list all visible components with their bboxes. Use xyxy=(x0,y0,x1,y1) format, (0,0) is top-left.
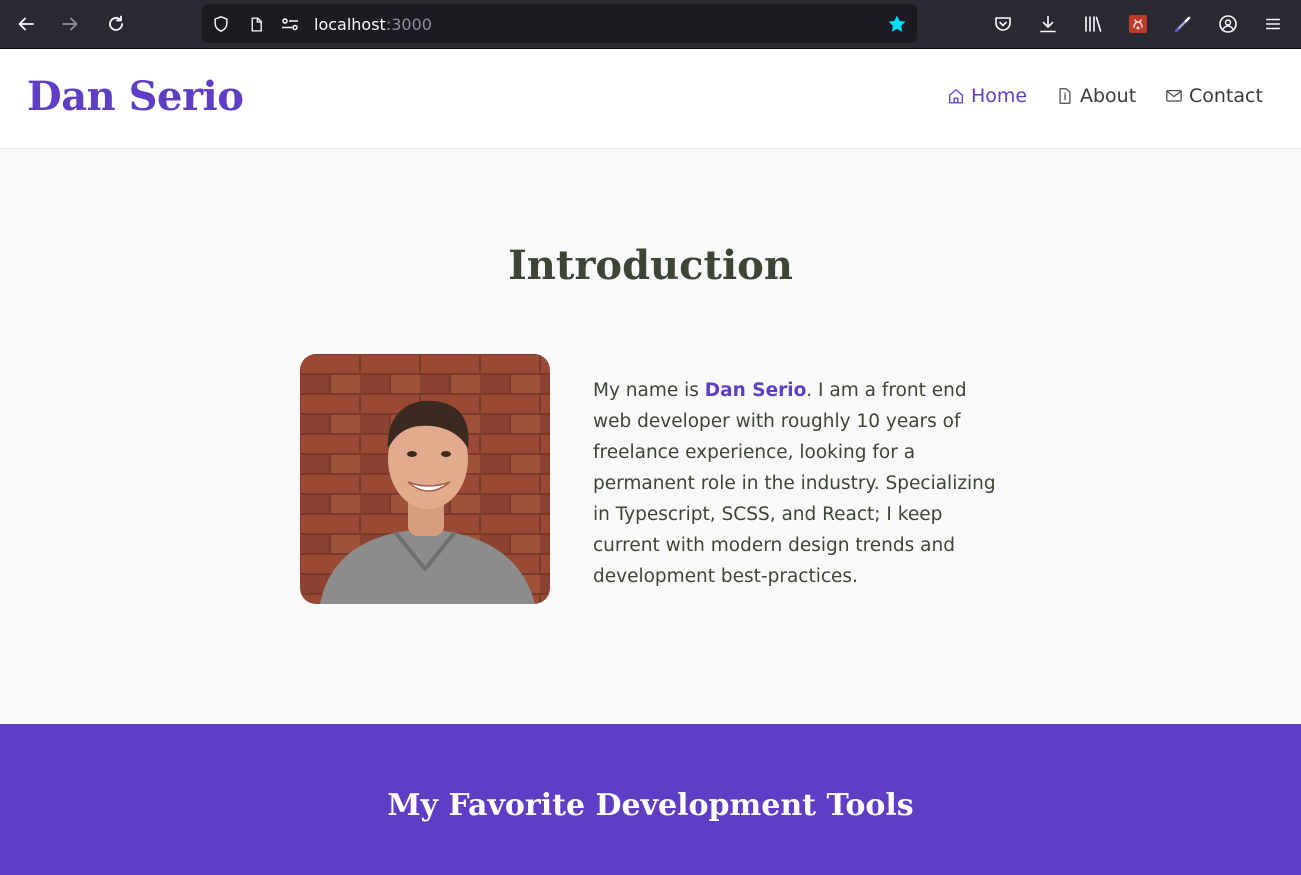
mail-icon xyxy=(1166,89,1182,102)
extension-icon[interactable] xyxy=(1126,12,1150,36)
page-info-icon[interactable] xyxy=(246,14,266,34)
back-button[interactable] xyxy=(10,8,42,40)
home-icon xyxy=(949,89,963,104)
permissions-icon[interactable] xyxy=(280,14,300,34)
url-host: localhost xyxy=(314,15,386,34)
profile-photo xyxy=(300,354,550,604)
library-icon[interactable] xyxy=(1081,12,1105,36)
url-text[interactable]: localhost:3000 xyxy=(314,15,432,34)
forward-arrow-icon xyxy=(62,17,78,31)
hamburger-menu-icon[interactable] xyxy=(1261,12,1285,36)
eyedropper-icon[interactable] xyxy=(1171,12,1195,36)
browser-toolbar: localhost:3000 xyxy=(0,0,1301,49)
reload-icon xyxy=(109,15,123,31)
tools-section: My Favorite Development Tools xyxy=(0,724,1301,875)
intro-paragraph: My name is Dan Serio. I am a front end w… xyxy=(593,375,1003,592)
url-bar[interactable]: localhost:3000 xyxy=(202,4,917,43)
back-arrow-icon xyxy=(18,17,34,31)
download-icon[interactable] xyxy=(1036,12,1060,36)
site-logo[interactable]: Dan Serio xyxy=(27,73,244,120)
bookmark-star-icon[interactable] xyxy=(887,14,907,34)
nav-home-label: Home xyxy=(971,85,1028,107)
pocket-icon[interactable] xyxy=(991,12,1015,36)
nav-about-label: About xyxy=(1080,85,1137,107)
document-icon xyxy=(1059,88,1071,104)
nav-contact-link[interactable]: Contact xyxy=(1165,85,1263,107)
tools-title: My Favorite Development Tools xyxy=(387,788,914,823)
forward-button[interactable] xyxy=(54,8,86,40)
url-port: :3000 xyxy=(385,15,432,34)
nav-contact-label: Contact xyxy=(1189,85,1263,107)
intro-title: Introduction xyxy=(508,242,793,289)
tracking-protection-shield-icon[interactable] xyxy=(211,14,231,34)
intro-name-highlight: Dan Serio xyxy=(704,380,807,401)
intro-text-after: . I am a front end web developer with ro… xyxy=(593,380,996,587)
nav-about-link[interactable]: About xyxy=(1056,85,1136,107)
account-sync-icon[interactable] xyxy=(1216,12,1240,36)
intro-section: Introduction My name is Dan Serio. I am … xyxy=(0,150,1301,724)
nav-home-link[interactable]: Home xyxy=(947,85,1027,107)
reload-button[interactable] xyxy=(100,8,132,40)
site-header: Dan Serio Home About Contact xyxy=(0,49,1301,149)
intro-text-before: My name is xyxy=(593,380,705,401)
